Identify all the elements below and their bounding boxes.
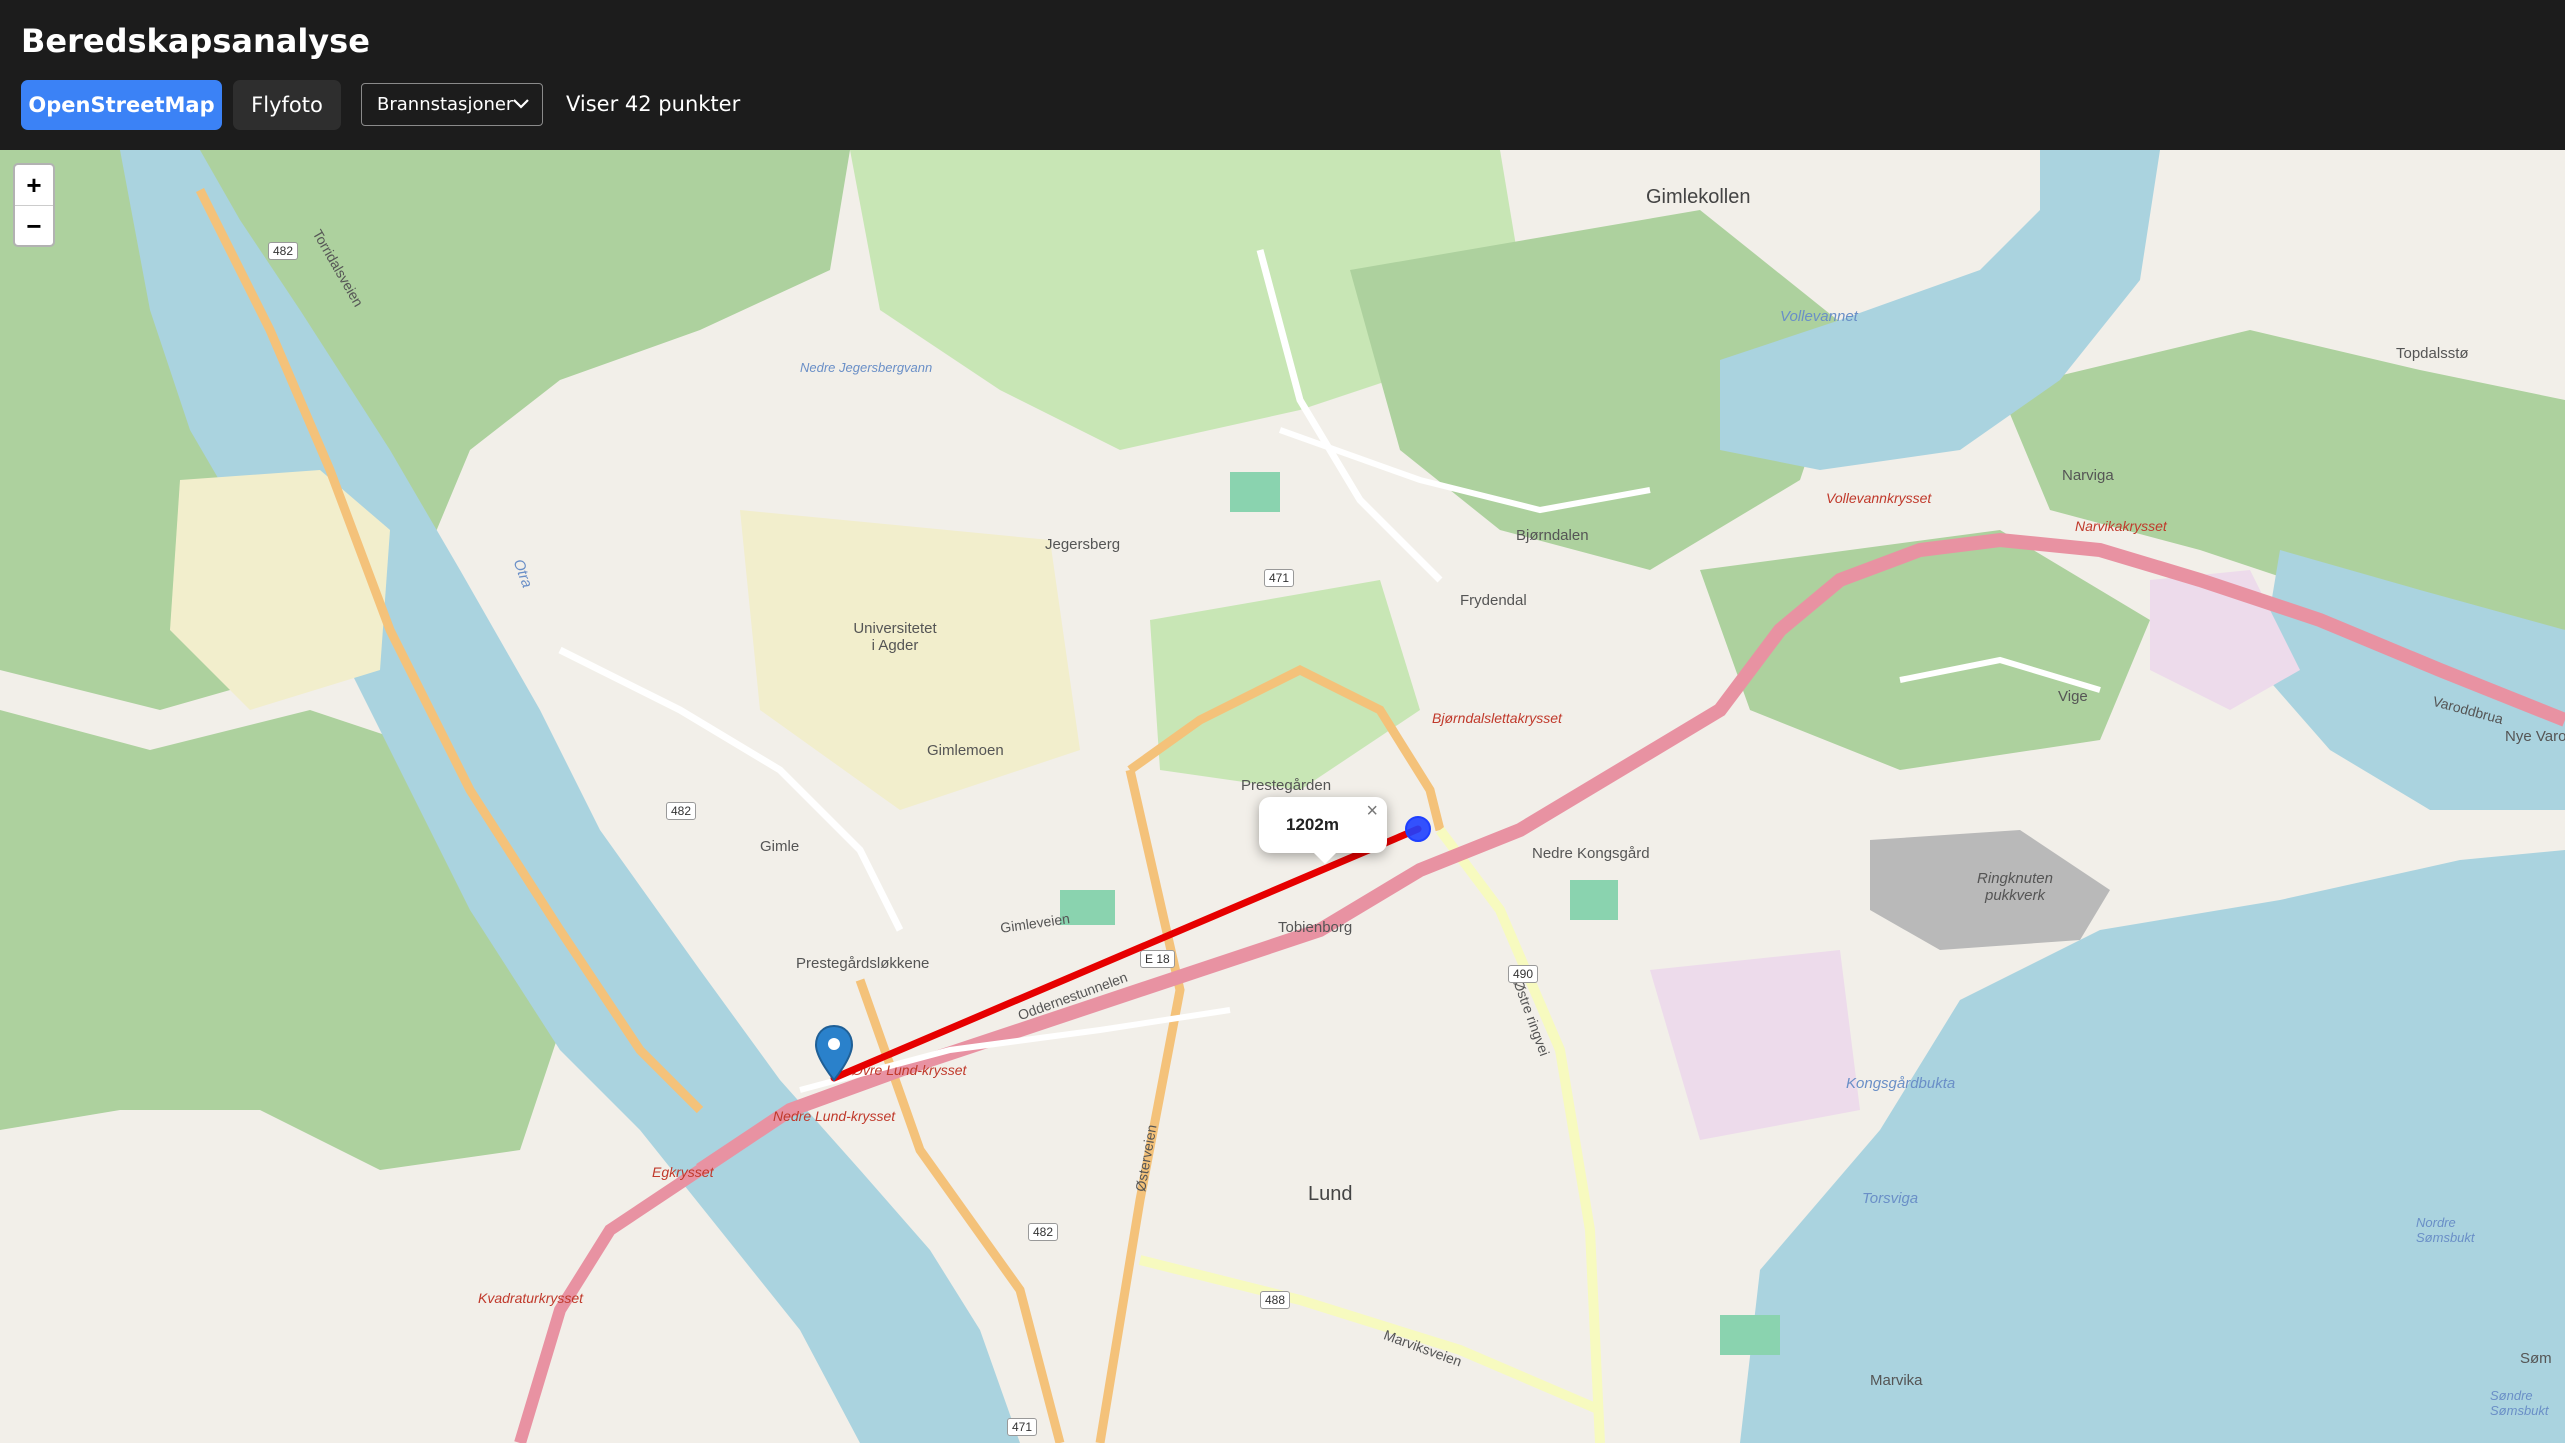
chevron-down-icon [513,99,529,109]
distance-popup-text: 1202m [1286,815,1339,834]
top-bar: Beredskapsanalyse OpenStreetMap Flyfoto … [0,0,2565,150]
point-count-text: Viser 42 punkter [566,92,741,116]
location-pin-icon[interactable] [814,1024,854,1082]
zoom-control: + − [13,163,55,247]
app-title: Beredskapsanalyse [21,22,370,60]
origin-marker [1405,816,1431,842]
flyfoto-button[interactable]: Flyfoto [233,80,341,130]
distance-popup: 1202m × [1259,797,1387,864]
openstreetmap-button[interactable]: OpenStreetMap [21,80,222,130]
map-view[interactable]: Gimlekollen Vollevannet Topdalsstø Narvi… [0,150,2565,1443]
popup-tip [1312,851,1338,864]
layer-select-value: Brannstasjoner [377,94,514,115]
distance-line [830,825,1422,1082]
zoom-in-button[interactable]: + [15,165,53,206]
layer-select[interactable]: Brannstasjoner [361,83,543,126]
close-icon[interactable]: × [1366,800,1378,823]
zoom-out-button[interactable]: − [15,206,53,246]
